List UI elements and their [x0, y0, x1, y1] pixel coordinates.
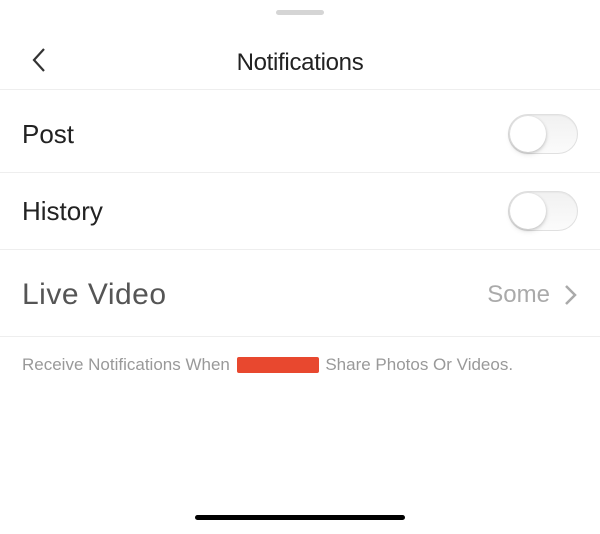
chevron-left-icon	[30, 46, 48, 74]
home-indicator[interactable]	[195, 515, 405, 520]
row-live-right: Some	[487, 281, 578, 309]
toggle-history[interactable]	[508, 191, 578, 231]
settings-list: Post History Live Video Some Receive Not…	[0, 90, 600, 393]
row-history: History	[0, 173, 600, 250]
footer-suffix: Share Photos Or Videos.	[321, 355, 513, 374]
footer-description: Receive Notifications When Share Photos …	[0, 337, 600, 393]
row-live-value: Some	[487, 281, 550, 309]
page-title: Notifications	[237, 49, 364, 77]
footer-prefix: Receive Notifications When	[22, 355, 235, 374]
row-history-label: History	[22, 196, 103, 227]
back-button[interactable]	[24, 45, 54, 75]
toggle-knob	[510, 116, 546, 152]
row-post: Post	[0, 90, 600, 173]
chevron-right-icon	[564, 284, 578, 306]
row-post-label: Post	[22, 119, 74, 150]
toggle-knob	[510, 193, 546, 229]
row-live-video[interactable]: Live Video Some	[0, 250, 600, 337]
row-live-label: Live Video	[22, 278, 167, 312]
header: Notifications	[0, 0, 600, 90]
redacted-username	[237, 357, 319, 373]
toggle-post[interactable]	[508, 114, 578, 154]
